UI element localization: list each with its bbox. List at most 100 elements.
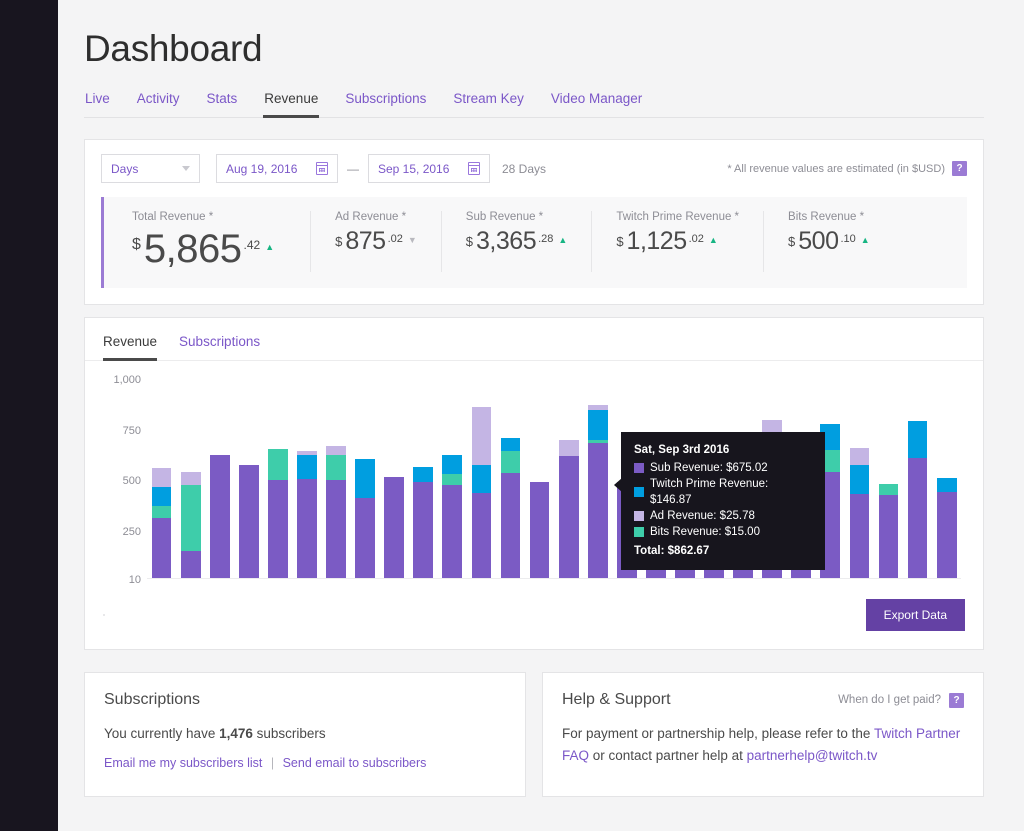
tooltip-date: Sat, Sep 3rd 2016 [634, 444, 730, 456]
range-dash: — [347, 161, 359, 176]
legend-group [103, 614, 105, 616]
bar-segment [267, 448, 288, 481]
bar-column[interactable] [554, 379, 583, 579]
subscribers-text-suffix: subscribers [252, 726, 326, 741]
bar-segment [471, 493, 492, 579]
bar-column[interactable] [380, 379, 409, 579]
bar-column[interactable] [845, 379, 874, 579]
metric-value: $500.10 ▲ [788, 227, 870, 256]
bar-segment [267, 480, 288, 579]
tooltip-total-label: Total: [634, 545, 665, 557]
help-icon[interactable]: ? [952, 161, 967, 176]
bar-column[interactable] [583, 379, 612, 579]
bar-column[interactable] [467, 379, 496, 579]
stacked-bar [849, 447, 870, 579]
nav-tab-activity[interactable]: Activity [136, 91, 181, 118]
bar-column[interactable] [205, 379, 234, 579]
nav-tab-revenue[interactable]: Revenue [263, 91, 320, 118]
revenue-chart-panel: Revenue Subscriptions 1,000 750 500 250 10 Sa… [84, 317, 984, 650]
subscriber-count: 1,476 [219, 726, 253, 741]
bar-column[interactable] [147, 379, 176, 579]
bar-segment [442, 454, 463, 474]
bar-segment [849, 464, 870, 495]
bar-column[interactable] [525, 379, 554, 579]
stacked-bar [907, 421, 928, 579]
tooltip-row-text: Ad Revenue: $25.78 [650, 510, 755, 522]
export-data-button[interactable]: Export Data [865, 599, 965, 631]
tooltip-row: Ad Revenue: $25.78 [634, 508, 812, 524]
currency-symbol: $ [788, 234, 796, 249]
bar-column[interactable] [263, 379, 292, 579]
currency-symbol: $ [335, 234, 343, 249]
bar-column[interactable] [932, 379, 961, 579]
nav-tab-live[interactable]: Live [84, 91, 111, 118]
metric-value: $3,365.28 ▲ [466, 227, 568, 256]
chart-tab-revenue[interactable]: Revenue [103, 334, 158, 361]
metric-amount: 3,365 [476, 227, 537, 255]
granularity-select[interactable]: Days [101, 154, 200, 183]
bar-segment [849, 447, 870, 465]
stacked-bar [442, 454, 463, 579]
bar-segment [529, 482, 550, 579]
nav-tab-subscriptions[interactable]: Subscriptions [344, 91, 427, 118]
stacked-bar [297, 450, 317, 579]
nav-tab-stats[interactable]: Stats [206, 91, 239, 118]
subscribers-text-prefix: You currently have [104, 726, 220, 741]
help-support-card: Help & Support When do I get paid? ? For… [542, 672, 984, 797]
tooltip-swatch [634, 487, 644, 497]
bar-segment [442, 485, 463, 579]
stacked-bar [529, 482, 550, 579]
email-subscribers-list-link[interactable]: Email me my subscribers list [104, 756, 262, 770]
bar-segment [558, 439, 579, 456]
bar-segment [355, 458, 375, 499]
bar-column[interactable] [409, 379, 438, 579]
subscriptions-links: Email me my subscribers list | Send emai… [104, 752, 506, 774]
bar-segment [326, 480, 346, 579]
bar-column[interactable] [176, 379, 205, 579]
bar-segment [297, 479, 317, 579]
legend-row: Export Data [85, 591, 983, 649]
bar-column[interactable] [292, 379, 321, 579]
chart-plot: 1,000 750 500 250 10 Sat, Sep 3rd 2016 Sub R… [113, 374, 961, 586]
bar-column[interactable] [321, 379, 350, 579]
trend-down-icon: ▼ [407, 235, 417, 245]
bar-column[interactable] [903, 379, 932, 579]
end-date-value: Sep 15, 2016 [378, 161, 450, 176]
tooltip-swatch [634, 463, 644, 473]
bar-column[interactable] [351, 379, 380, 579]
primary-nav: Live Activity Stats Revenue Subscriptions Str… [84, 91, 984, 118]
bar-column[interactable] [496, 379, 525, 579]
chart-tab-subscriptions[interactable]: Subscriptions [179, 334, 260, 361]
currency-symbol: $ [132, 236, 141, 253]
tooltip-swatch [634, 527, 644, 537]
metric-label: Total Revenue * [132, 211, 214, 223]
bar-segment [471, 464, 492, 494]
send-email-to-subscribers-link[interactable]: Send email to subscribers [283, 756, 427, 770]
nav-tab-video-manager[interactable]: Video Manager [550, 91, 643, 118]
bar-column[interactable] [234, 379, 263, 579]
estimated-values-note: * All revenue values are estimated (in $… [727, 161, 967, 176]
start-date-field[interactable]: Aug 19, 2016 [216, 154, 338, 183]
bar-segment [442, 473, 463, 486]
metric-amount: 875 [345, 227, 386, 255]
help-icon[interactable]: ? [949, 692, 964, 708]
tooltip-row: Sub Revenue: $675.02 [634, 460, 812, 476]
stacked-bar [936, 478, 957, 579]
help-card-header: Help & Support When do I get paid? ? [562, 691, 964, 709]
metric-label: Sub Revenue * [465, 211, 544, 223]
bottom-cards: Subscriptions You currently have 1,476 s… [84, 672, 984, 797]
partner-help-email-link[interactable]: partnerhelp@twitch.tv [747, 748, 878, 763]
y-axis-tick: 500 [122, 475, 141, 488]
chart-area: 1,000 750 500 250 10 Sat, Sep 3rd 2016 Sub R… [85, 361, 983, 591]
nav-tab-stream-key[interactable]: Stream Key [452, 91, 525, 118]
tooltip-row-text: Bits Revenue: $15.00 [650, 526, 760, 538]
subscriptions-card: Subscriptions You currently have 1,476 s… [84, 672, 526, 797]
tooltip-total: Total: $862.67 [634, 543, 812, 559]
bar-column[interactable] [438, 379, 467, 579]
metric-cents: .10 [840, 233, 856, 245]
calendar-icon [316, 162, 328, 175]
end-date-field[interactable]: Sep 15, 2016 [368, 154, 490, 183]
stacked-bar [151, 467, 172, 579]
x-axis-baseline [147, 578, 961, 579]
bar-column[interactable] [874, 379, 903, 579]
